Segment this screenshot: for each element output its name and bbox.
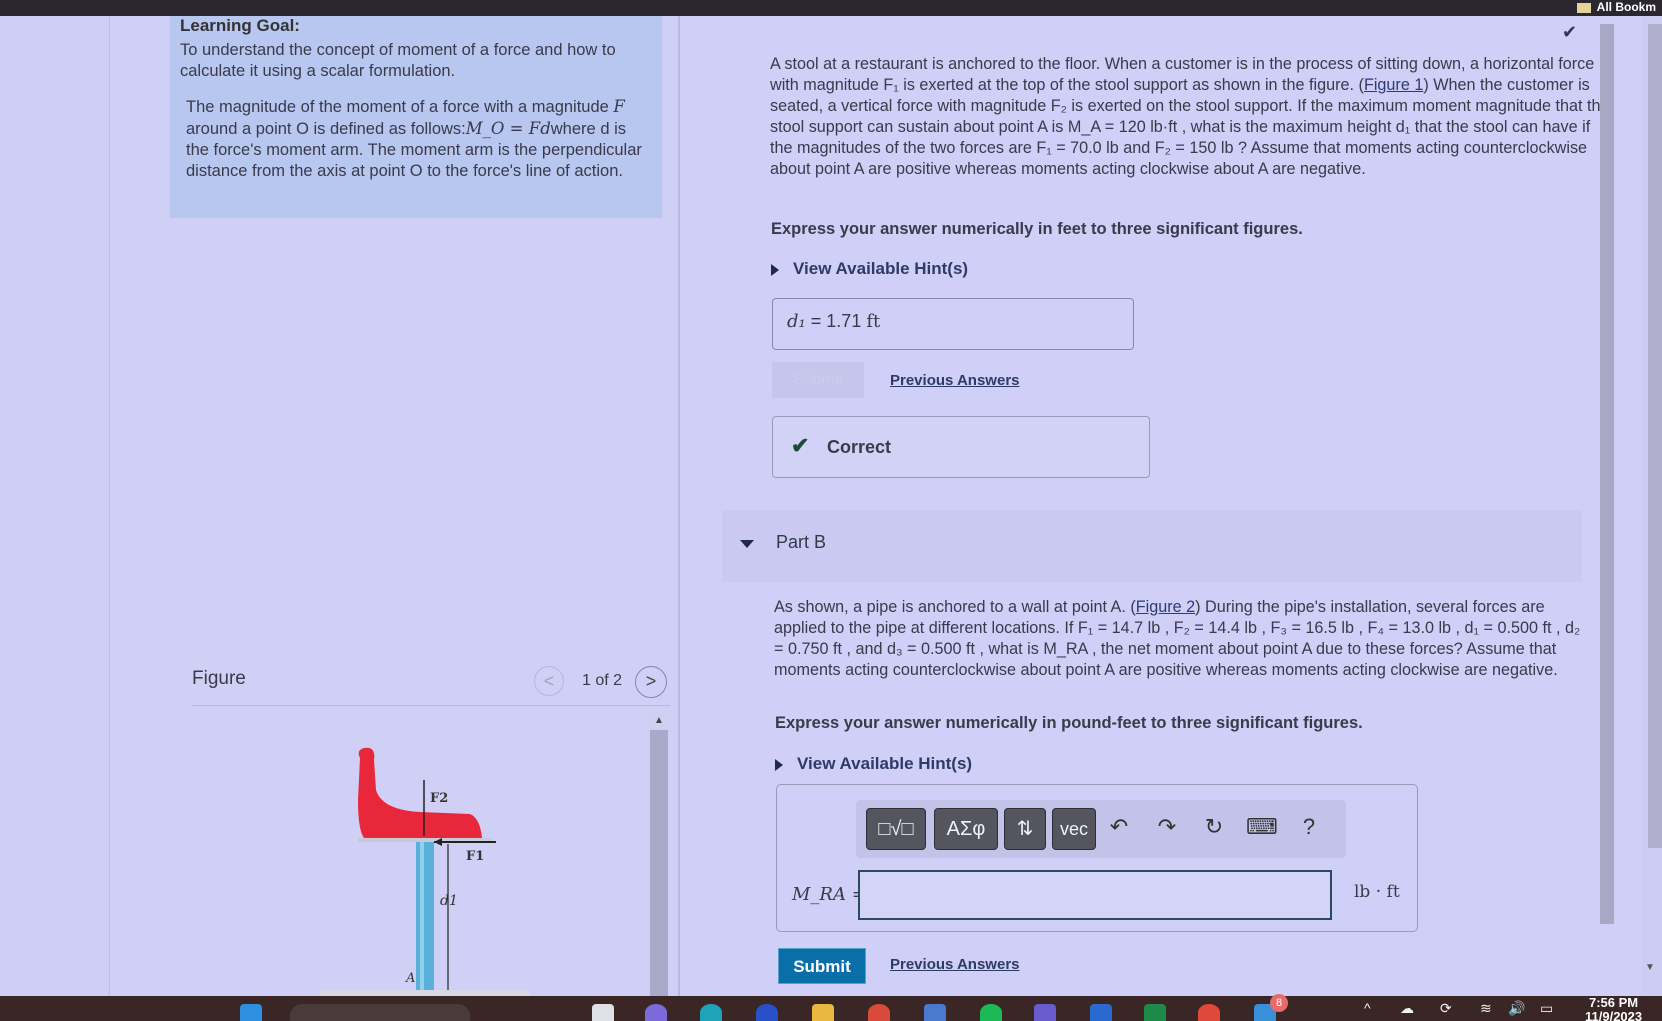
part-b-problem: As shown, a pipe is anchored to a wall a… (774, 598, 1581, 679)
part-b-previous-answers-link[interactable]: Previous Answers (890, 956, 1020, 973)
powerpoint-icon[interactable] (868, 1004, 890, 1021)
math-toolbar: □√□ ΑΣφ ⇅ vec ↶ ↷ ↻ ⌨ ? (856, 800, 1346, 858)
content-scrollbar[interactable] (1600, 24, 1614, 924)
clock-time: 7:56 PM (1588, 995, 1639, 1010)
point-a-label: A (405, 971, 415, 986)
teams-chat-icon[interactable] (645, 1004, 667, 1021)
start-icon[interactable] (240, 1004, 262, 1021)
collapse-triangle-icon (740, 540, 754, 548)
part-a-result-box: ✔ Correct (772, 416, 1150, 478)
completed-check-icon: ✔ (1562, 22, 1578, 42)
expand-triangle-icon (775, 758, 783, 771)
left-gutter (0, 16, 110, 996)
file-explorer-icon[interactable] (812, 1004, 834, 1021)
bookmarks-folder[interactable]: All Bookm (1576, 0, 1662, 14)
zoom-icon[interactable] (756, 1004, 778, 1021)
keyboard-icon[interactable]: ⌨ (1246, 814, 1278, 840)
sort-button[interactable]: ⇅ (1004, 808, 1046, 850)
wifi-icon[interactable]: ≋ (1480, 1000, 1492, 1017)
figure-1-link[interactable]: Figure 1 (1364, 76, 1423, 94)
figure-counter: 1 of 2 (582, 672, 623, 689)
part-b-answer-input[interactable] (858, 870, 1332, 920)
learning-goal-definition: The magnitude of the moment of a force w… (186, 97, 642, 180)
part-b-header[interactable]: Part B (722, 510, 1582, 582)
stool-seat (358, 747, 482, 838)
tray-chevron-icon[interactable]: ^ (1364, 1000, 1371, 1016)
volume-icon[interactable]: 🔊 (1508, 1000, 1525, 1017)
figure-title: Figure (192, 668, 246, 689)
part-a-answer-display: d₁ = 1.71 ft (772, 298, 1134, 350)
figure-next-button[interactable]: > (635, 666, 667, 698)
stool-post-highlight (420, 842, 424, 992)
bookmarks-label: All Bookm (1596, 0, 1656, 14)
part-a-previous-answers-link[interactable]: Previous Answers (890, 372, 1020, 389)
reset-icon[interactable]: ↻ (1199, 814, 1229, 840)
learning-goal-box: Learning Goal: To understand the concept… (170, 16, 662, 218)
f1-label: F1 (466, 849, 484, 864)
excel-icon[interactable] (1144, 1004, 1166, 1021)
sync-icon[interactable]: ⟳ (1440, 1000, 1452, 1017)
part-b-input-label: M_RA = (792, 884, 867, 905)
part-a-problem: A stool at a restaurant is anchored to t… (770, 55, 1610, 178)
part-b-units: lb · ft (1354, 882, 1400, 902)
figure-header: Figure < 1 of 2 > (192, 666, 670, 706)
figure-2-link[interactable]: Figure 2 (1136, 598, 1195, 616)
search-box[interactable] (290, 1004, 470, 1021)
task-view-icon[interactable] (592, 1004, 614, 1021)
word-icon[interactable] (1090, 1004, 1112, 1021)
page-scrollbar-thumb[interactable] (1648, 24, 1662, 848)
browser-top-bar: All Bookm (0, 0, 1662, 16)
symbols-button[interactable]: ΑΣφ (934, 808, 998, 850)
chrome-icon[interactable] (1198, 1004, 1220, 1021)
part-b-submit-button[interactable]: Submit (778, 948, 866, 984)
d1-label: d1 (440, 893, 458, 909)
learning-goal-heading: Learning Goal: (180, 16, 300, 35)
result-label: Correct (827, 437, 892, 457)
f2-label: F2 (430, 791, 448, 806)
figure-prev-button[interactable]: < (534, 666, 564, 696)
part-a-instruction: Express your answer numerically in feet … (771, 220, 1303, 238)
battery-icon[interactable]: ▭ (1540, 1000, 1553, 1017)
onedrive-icon[interactable]: ☁ (1400, 1000, 1414, 1017)
learning-goal-intro: To understand the concept of moment of a… (180, 41, 616, 80)
figure-scroll-up-arrow[interactable]: ▲ (650, 712, 668, 730)
figure-scrollbar[interactable] (650, 712, 668, 996)
part-b-title: Part B (776, 532, 827, 552)
folder-icon (1576, 2, 1591, 13)
teams-icon[interactable] (1034, 1004, 1056, 1021)
system-clock[interactable]: 7:56 PM 11/9/2023 (1585, 996, 1642, 1021)
undo-icon[interactable]: ↶ (1104, 814, 1134, 840)
part-b-instruction: Express your answer numerically in pound… (775, 714, 1363, 732)
clock-date: 11/9/2023 (1585, 1009, 1643, 1021)
part-a-submit-button[interactable]: Submit (772, 362, 864, 398)
scroll-down-arrow[interactable]: ▼ (1645, 962, 1655, 973)
redo-icon[interactable]: ↷ (1152, 814, 1182, 840)
mail-badge: 8 (1270, 994, 1288, 1012)
calculator-icon[interactable] (924, 1004, 946, 1021)
part-a-hint-toggle[interactable]: View Available Hint(s) (771, 259, 968, 279)
vector-button[interactable]: vec (1052, 808, 1096, 850)
edge-icon[interactable] (700, 1004, 722, 1021)
stool-figure: F2 F1 d1 A (320, 747, 530, 996)
expand-triangle-icon (771, 263, 779, 276)
checkmark-icon: ✔ (791, 433, 810, 458)
help-icon[interactable]: ? (1294, 814, 1324, 840)
stool-post (416, 842, 434, 992)
part-b-hint-toggle[interactable]: View Available Hint(s) (775, 754, 972, 774)
templates-button[interactable]: □√□ (866, 808, 926, 850)
spotify-icon[interactable] (980, 1004, 1002, 1021)
windows-taskbar: ^ ☁ ⟳ ≋ 🔊 ▭ 7:56 PM 11/9/2023 (0, 996, 1662, 1021)
